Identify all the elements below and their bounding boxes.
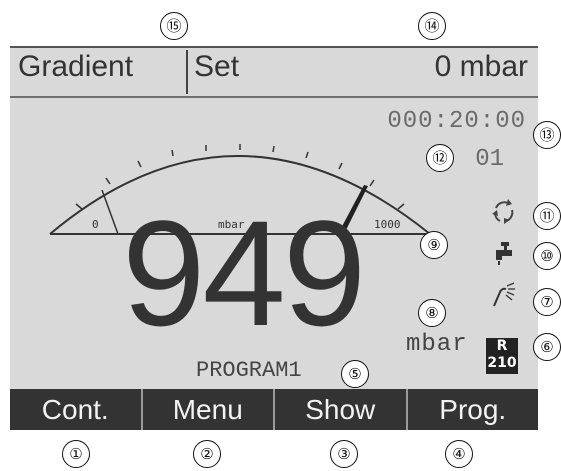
header-divider <box>186 50 188 94</box>
callout-10: ⑩ <box>533 242 561 270</box>
pressure-reading: 0 mbar <box>434 50 528 83</box>
main-pressure-value: 949 <box>122 189 366 357</box>
display-header: Gradient Set 0 mbar <box>10 48 538 98</box>
tap-icon <box>496 242 512 265</box>
badge-number: 210 <box>487 355 517 371</box>
callout-3: ③ <box>330 440 358 468</box>
callout-7: ⑦ <box>533 288 561 316</box>
callout-14: ⑭ <box>418 12 446 40</box>
callout-8: ⑧ <box>418 299 446 327</box>
softkey-menu[interactable]: Menu <box>143 389 275 430</box>
set-label: Set <box>194 50 240 83</box>
spray-icon <box>493 282 515 307</box>
callout-11: ⑪ <box>533 202 561 230</box>
gauge-min-label: 0 <box>92 218 99 231</box>
step-counter: 01 <box>475 146 504 173</box>
badge-icon: R 210 <box>486 338 518 374</box>
callout-4: ④ <box>445 440 473 468</box>
softkey-continue[interactable]: Cont. <box>10 389 143 430</box>
mode-label: Gradient <box>18 50 134 83</box>
callout-5: ⑤ <box>341 360 369 388</box>
badge-letter: R <box>496 338 508 354</box>
softkey-show[interactable]: Show <box>275 389 408 430</box>
gauge-max-label: 1000 <box>374 218 401 231</box>
callout-12: ⑫ <box>426 144 454 172</box>
timer-display: 000:20:00 <box>387 108 526 135</box>
device-display: Gradient Set 0 mbar 0 mbar 1000 000:20:0… <box>10 46 538 430</box>
callout-2: ② <box>193 440 221 468</box>
callout-9: ⑨ <box>420 231 448 259</box>
cycle-icon <box>492 199 514 224</box>
softkey-program[interactable]: Prog. <box>408 389 539 430</box>
callout-13: ⑬ <box>533 121 561 149</box>
callout-15: ⑮ <box>160 12 188 40</box>
program-name: PROGRAM1 <box>196 358 302 383</box>
main-unit: mbar <box>406 331 468 358</box>
callout-6: ⑥ <box>533 333 561 361</box>
callout-1: ① <box>62 440 90 468</box>
setpoint-needle <box>101 189 119 235</box>
softkey-bar: Cont. Menu Show Prog. <box>10 389 538 430</box>
